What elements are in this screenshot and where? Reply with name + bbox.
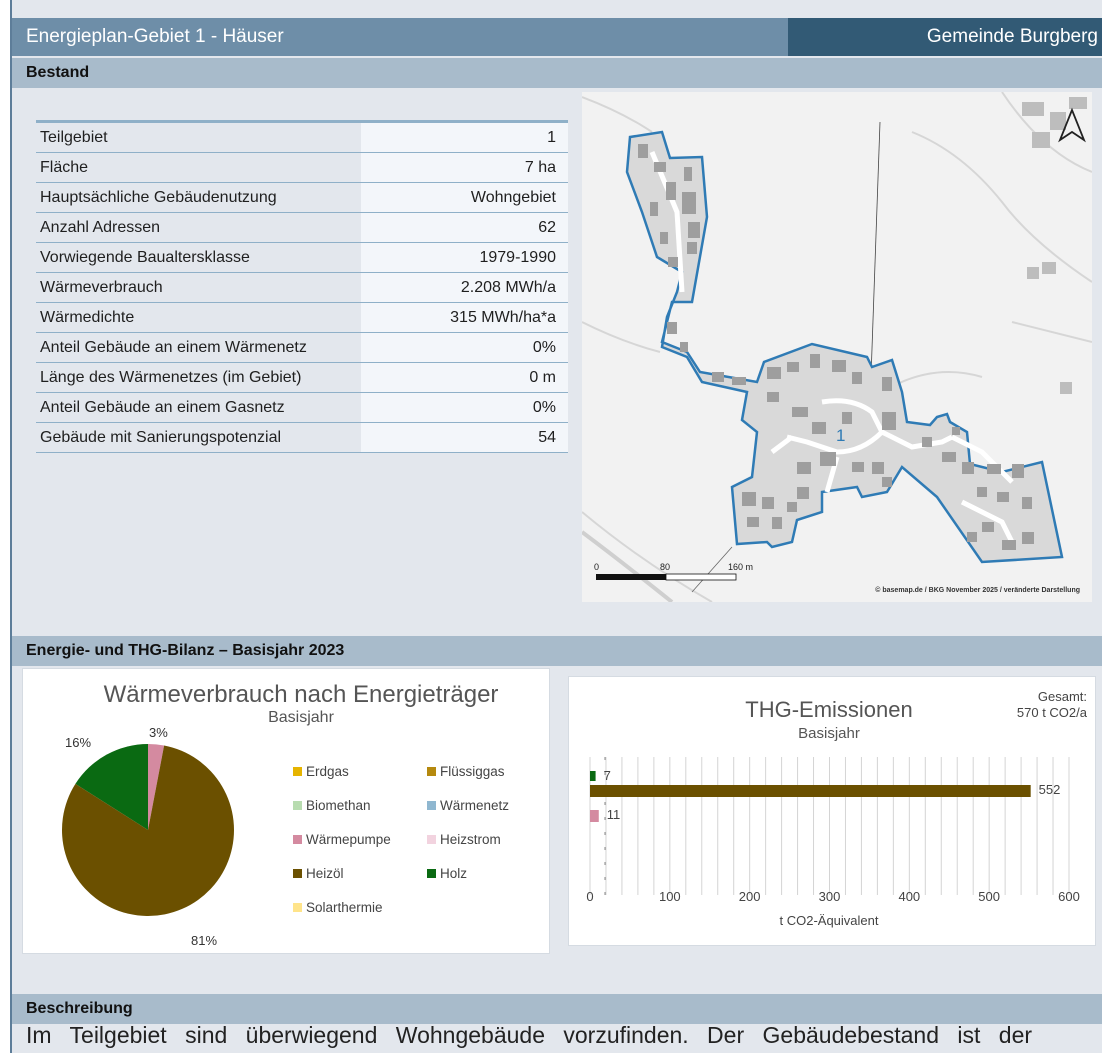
info-row: Länge des Wärmenetzes (im Gebiet) 0 m	[36, 363, 568, 393]
info-row-value: 0%	[361, 333, 568, 362]
info-row-label: Anteil Gebäude an einem Gasnetz	[40, 399, 285, 416]
legend-label: Heizöl	[306, 866, 344, 881]
bar-chart-panel: THG-Emissionen Basisjahr Gesamt: 570 t C…	[568, 676, 1096, 946]
info-row-label: Anzahl Adressen	[40, 219, 161, 236]
legend-swatch	[293, 835, 302, 844]
section-bilanz-title: Energie- und THG-Bilanz – Basisjahr 2023	[26, 642, 345, 659]
legend-label: Erdgas	[306, 764, 349, 779]
area-number-label: 1	[836, 426, 846, 445]
legend-label: Wärmepumpe	[306, 832, 391, 847]
info-row-value: 1	[361, 123, 568, 152]
info-row-label: Hauptsächliche Gebäudenutzung	[40, 189, 277, 206]
pie-legend-item: Wärmepumpe	[293, 832, 391, 847]
info-row: Anteil Gebäude an einem Gasnetz 0%	[36, 393, 568, 423]
pie-chart-panel: Wärmeverbrauch nach Energieträger Basisj…	[22, 668, 550, 954]
municipality-label: Gemeinde Burgberg	[788, 18, 1102, 56]
scale-label-160: 160 m	[728, 562, 754, 572]
section-bestand-title: Bestand	[26, 64, 90, 81]
map-graphic	[582, 92, 1092, 602]
section-bilanz: Energie- und THG-Bilanz – Basisjahr 2023	[12, 636, 1102, 666]
info-row-value: 54	[361, 423, 568, 452]
legend-swatch	[427, 767, 436, 776]
section-bestand: Bestand	[12, 58, 1102, 88]
section-beschreibung: Beschreibung	[12, 994, 1102, 1024]
info-row-label: Anteil Gebäude an einem Wärmenetz	[40, 339, 307, 356]
pie-label-holz: 16%	[65, 735, 92, 750]
title-bar: Energieplan-Gebiet 1 - Häuser Gemeinde B…	[12, 18, 1102, 56]
info-row: Anteil Gebäude an einem Wärmenetz 0%	[36, 333, 568, 363]
section-beschreibung-title: Beschreibung	[26, 1000, 133, 1017]
legend-swatch	[293, 869, 302, 878]
info-row-value: 0%	[361, 393, 568, 422]
page-title: Energieplan-Gebiet 1 - Häuser	[26, 26, 284, 47]
info-row-value: 62	[361, 213, 568, 242]
pie-legend-item: Holz	[427, 866, 467, 881]
pie-label-heizoel: 81%	[191, 933, 218, 948]
pie-legend-item: Heizöl	[293, 866, 344, 881]
pie-legend-item: Flüssiggas	[427, 764, 505, 779]
info-row-label: Fläche	[40, 159, 89, 176]
x-tick-label: 400	[898, 889, 921, 904]
scale-label-80: 80	[660, 562, 671, 572]
bar-heizöl	[590, 785, 1031, 797]
info-row: Gebäude mit Sanierungspotenzial 54	[36, 423, 568, 453]
pie-label-waermepumpe: 3%	[149, 725, 168, 740]
x-tick-label: 600	[1058, 889, 1080, 904]
pie-legend-item: Wärmenetz	[427, 798, 509, 813]
info-row-label: Länge des Wärmenetzes (im Gebiet)	[40, 369, 302, 386]
legend-label: Holz	[440, 866, 468, 881]
bar-value-label: 552	[1038, 782, 1061, 797]
info-row-value: 1979-1990	[361, 243, 568, 272]
info-row: Wärmedichte 315 MWh/ha*a	[36, 303, 568, 333]
bar-value-label: 11	[606, 807, 621, 822]
bar-holz	[590, 771, 596, 781]
info-row: Vorwiegende Baualtersklasse 1979-1990	[36, 243, 568, 273]
legend-swatch	[293, 767, 302, 776]
info-row: Anzahl Adressen 62	[36, 213, 568, 243]
map-credit: © basemap.de / BKG November 2025 / verän…	[875, 587, 1080, 594]
info-row: Hauptsächliche Gebäudenutzung Wohngebiet	[36, 183, 568, 213]
bar-wärmepumpe	[590, 810, 599, 822]
info-row: Teilgebiet 1	[36, 123, 568, 153]
info-row-value: 0 m	[361, 363, 568, 392]
info-row-value: 7 ha	[361, 153, 568, 182]
pie-legend-item: Heizstrom	[427, 832, 501, 847]
pie-legend-item: Biomethan	[293, 798, 371, 813]
bar-chart	[589, 757, 1070, 895]
scale-label-0: 0	[594, 562, 600, 572]
info-row-value: Wohngebiet	[361, 183, 568, 212]
description-text: Im Teilgebiet sind überwiegend Wohngebäu…	[26, 1022, 1033, 1048]
area-map[interactable]: 0 80 160 m 1 © basemap.de / BKG November…	[582, 92, 1092, 602]
legend-label: Flüssiggas	[440, 764, 505, 779]
x-tick-label: 0	[586, 889, 594, 904]
bar-value-label: 7	[603, 768, 611, 783]
legend-label: Wärmenetz	[440, 798, 510, 813]
pie-legend-item: Erdgas	[293, 764, 349, 779]
legend-swatch	[293, 801, 302, 810]
x-tick-label: 500	[978, 889, 1000, 904]
legend-label: Solarthermie	[306, 900, 383, 915]
pie-legend-item: Solarthermie	[293, 900, 383, 915]
info-row-label: Wärmeverbrauch	[40, 279, 163, 296]
page: Energieplan-Gebiet 1 - Häuser Gemeinde B…	[10, 0, 1102, 1053]
info-row-label: Wärmedichte	[40, 309, 135, 326]
x-tick-label: 100	[658, 889, 681, 904]
legend-swatch	[293, 903, 302, 912]
info-row-label: Gebäude mit Sanierungspotenzial	[40, 429, 282, 446]
legend-label: Biomethan	[306, 798, 371, 813]
x-tick-label: 300	[818, 889, 841, 904]
scale-bar	[596, 573, 737, 581]
info-row: Wärmeverbrauch 2.208 MWh/a	[36, 273, 568, 303]
info-row-label: Vorwiegende Baualtersklasse	[40, 249, 250, 266]
bar-x-axis-title: t CO2-Äquivalent	[779, 913, 879, 928]
info-row-value: 2.208 MWh/a	[361, 273, 568, 302]
x-tick-label: 200	[738, 889, 761, 904]
legend-label: Heizstrom	[440, 832, 501, 847]
info-row: Fläche 7 ha	[36, 153, 568, 183]
legend-swatch	[427, 835, 436, 844]
legend-swatch	[427, 801, 436, 810]
legend-swatch	[427, 869, 436, 878]
info-row-value: 315 MWh/ha*a	[361, 303, 568, 332]
info-row-label: Teilgebiet	[40, 129, 108, 146]
